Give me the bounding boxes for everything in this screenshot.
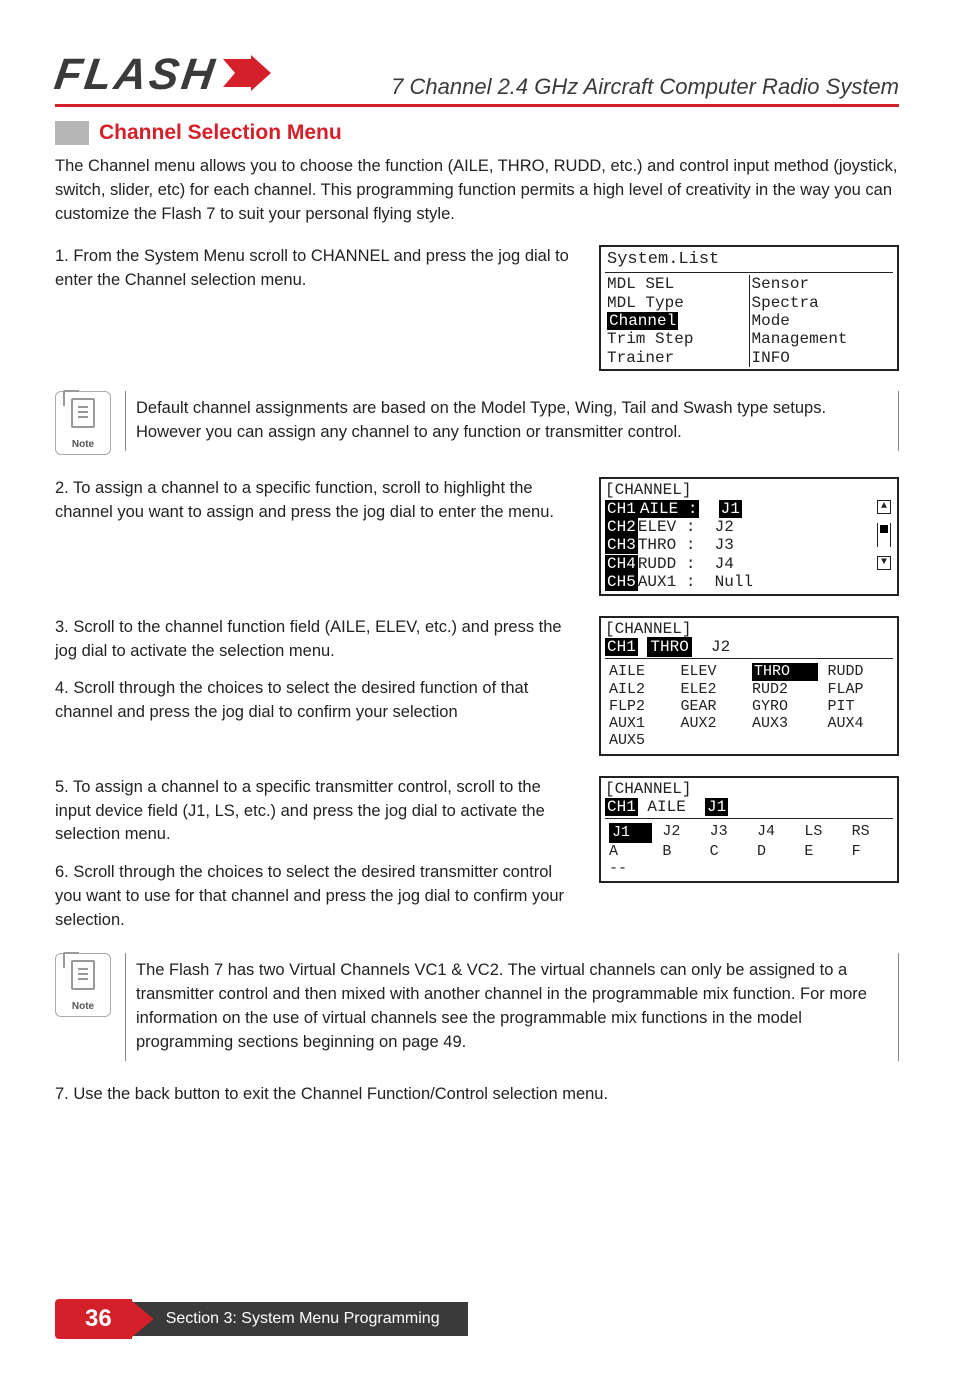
lcd-system-list: System.ListMDL SELSensorMDL TypeSpectraC…: [599, 245, 899, 372]
note-icon: Note: [55, 391, 111, 455]
note-icon: Note: [55, 953, 111, 1017]
section-title-row: Channel Selection Menu: [55, 121, 899, 145]
intro-paragraph: The Channel menu allows you to choose th…: [55, 155, 899, 227]
lcd-device-grid: [CHANNEL]CH1 AILE J1J1J2J3J4LSRSABCDEF--: [599, 776, 899, 884]
step-2-row: 2. To assign a channel to a specific fun…: [55, 477, 899, 595]
logo: FLASH: [55, 50, 271, 100]
footer-section: Section 3: System Menu Programming: [130, 1302, 468, 1336]
step-1-row: 1. From the System Menu scroll to CHANNE…: [55, 245, 899, 372]
header-rule: [55, 104, 899, 107]
note-2-text: The Flash 7 has two Virtual Channels VC1…: [125, 953, 899, 1061]
step-3-text: 3. Scroll to the channel function field …: [55, 616, 575, 664]
page-footer: 36 Section 3: System Menu Programming: [55, 1299, 468, 1339]
step-1-text: 1. From the System Menu scroll to CHANNE…: [55, 245, 575, 293]
step-3-4-row: 3. Scroll to the channel function field …: [55, 616, 899, 756]
note-1: Note Default channel assignments are bas…: [55, 391, 899, 455]
page-header: FLASH 7 Channel 2.4 GHz Aircraft Compute…: [55, 50, 899, 100]
section-marker-icon: [55, 121, 89, 145]
tagline: 7 Channel 2.4 GHz Aircraft Computer Radi…: [391, 74, 899, 100]
step-6-text: 6. Scroll through the choices to select …: [55, 861, 575, 933]
step-2-text: 2. To assign a channel to a specific fun…: [55, 477, 575, 525]
step-5-text: 5. To assign a channel to a specific tra…: [55, 776, 575, 848]
step-4-text: 4. Scroll through the choices to select …: [55, 677, 575, 725]
note-2: Note The Flash 7 has two Virtual Channel…: [55, 953, 899, 1061]
page-number: 36: [55, 1299, 132, 1339]
step-7-text: 7. Use the back button to exit the Chann…: [55, 1083, 899, 1107]
note-label: Note: [72, 439, 94, 450]
logo-text: FLASH: [51, 50, 220, 100]
note-1-text: Default channel assignments are based on…: [125, 391, 899, 451]
section-title: Channel Selection Menu: [99, 121, 342, 145]
logo-arrow-icon: [223, 55, 271, 96]
note-label: Note: [72, 1001, 94, 1012]
lcd-function-grid: [CHANNEL]CH1 THRO J2AILEELEVTHRORUDDAIL2…: [599, 616, 899, 756]
lcd-channel-list: [CHANNEL]CH1AILE : J1CH2ELEV : J2CH3THRO…: [599, 477, 899, 595]
step-5-6-row: 5. To assign a channel to a specific tra…: [55, 776, 899, 934]
